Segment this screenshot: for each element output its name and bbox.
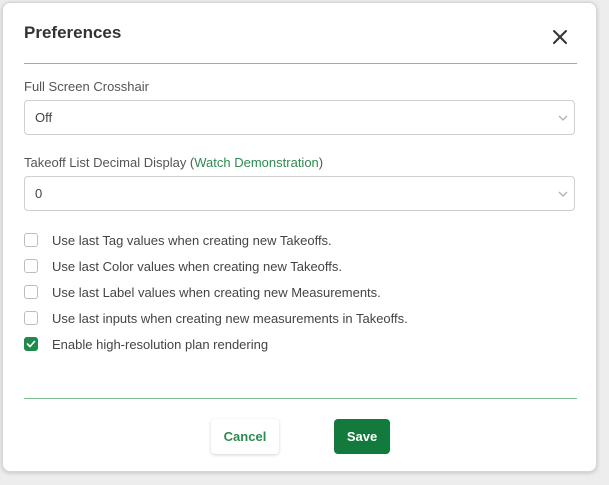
checkbox-high-res[interactable] [24, 337, 38, 351]
close-button[interactable] [549, 26, 571, 48]
checkbox-label-inputs: Use last inputs when creating new measur… [52, 311, 408, 326]
decimal-label: Takeoff List Decimal Display (Watch Demo… [24, 155, 323, 170]
decimal-select[interactable]: 0 [24, 176, 575, 211]
watch-demonstration-link[interactable]: Watch Demonstration [194, 155, 319, 170]
checkbox-tag[interactable] [24, 233, 38, 247]
header-divider [24, 63, 577, 64]
checkbox-label-high-res: Enable high-resolution plan rendering [52, 337, 269, 352]
crosshair-value: Off [35, 110, 53, 125]
crosshair-select[interactable]: Off [24, 100, 575, 135]
preferences-dialog: Preferences Full Screen Crosshair Off Ta… [2, 2, 597, 472]
save-button[interactable]: Save [334, 419, 390, 454]
decimal-label-suffix: ) [318, 155, 324, 170]
checkbox-label-label: Use last Label values when creating new … [52, 285, 381, 300]
dialog-title: Preferences [24, 23, 122, 42]
chevron-down-icon [558, 191, 568, 197]
checkbox-color[interactable] [24, 259, 38, 273]
checkmark-icon [26, 340, 36, 348]
cancel-button[interactable]: Cancel [211, 419, 279, 454]
checkbox-label-tag: Use last Tag values when creating new Ta… [52, 233, 332, 248]
chevron-down-icon [558, 115, 568, 121]
decimal-value: 0 [35, 186, 43, 201]
close-icon [553, 30, 567, 44]
checkbox-label-color: Use last Color values when creating new … [52, 259, 343, 274]
footer-divider [24, 398, 577, 399]
checkbox-inputs[interactable] [24, 311, 38, 325]
crosshair-label: Full Screen Crosshair [24, 79, 149, 94]
decimal-label-prefix: Takeoff List Decimal Display ( [24, 155, 195, 170]
checkbox-label-values[interactable] [24, 285, 38, 299]
